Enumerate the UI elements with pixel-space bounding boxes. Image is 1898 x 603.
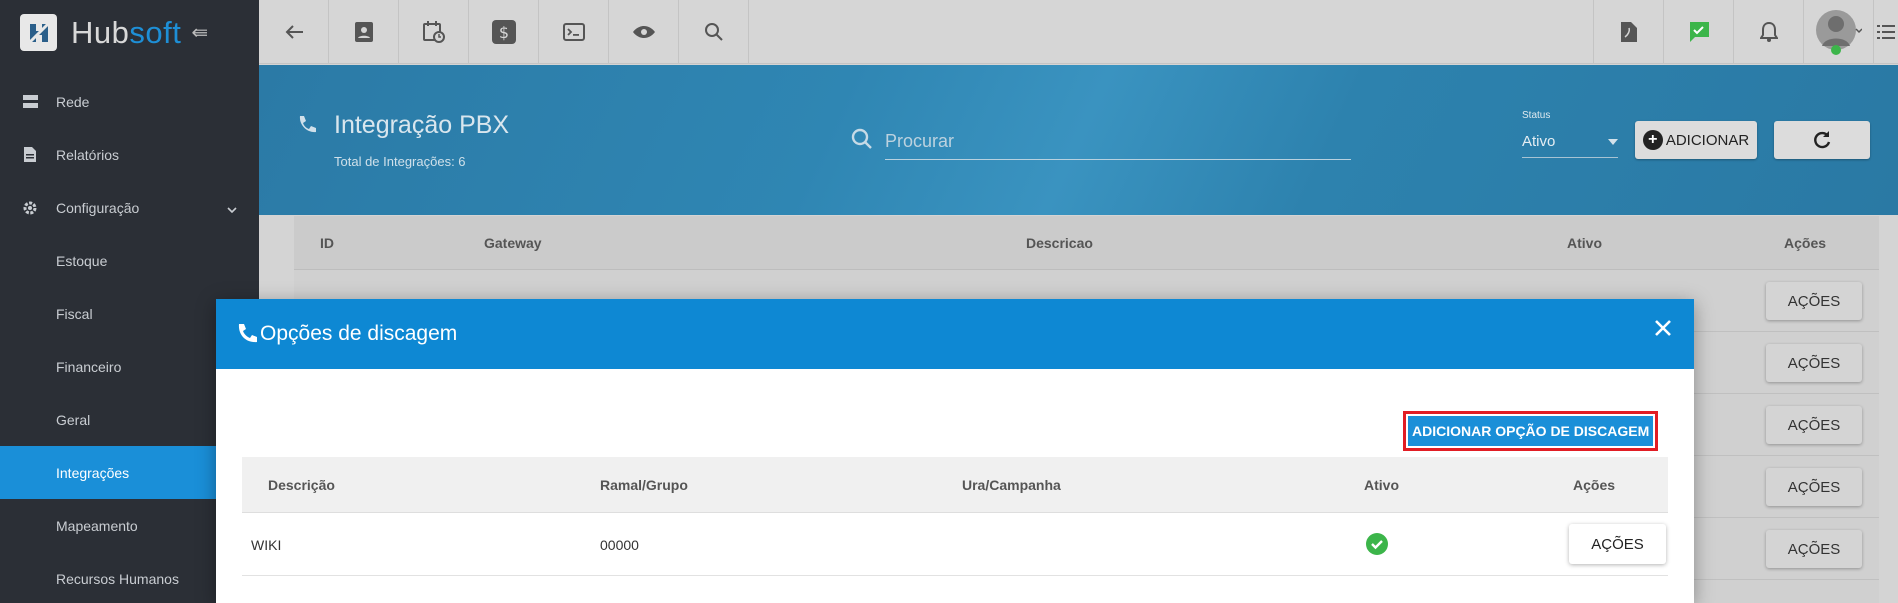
caret-down-icon xyxy=(1608,138,1618,145)
row-actions-button[interactable]: AÇÕES xyxy=(1766,468,1862,506)
sidebar-item-label: Fiscal xyxy=(56,305,93,322)
row-ramal: 00000 xyxy=(600,537,639,553)
refresh-button[interactable] xyxy=(1774,121,1870,159)
calendar-clock-icon xyxy=(422,21,445,43)
add-option-highlight: ADICIONAR OPÇÃO DE DISCAGEM xyxy=(1403,411,1659,451)
view-button[interactable] xyxy=(609,0,679,64)
dollar-icon: $ xyxy=(491,20,516,44)
table-header: ID Gateway Descricao Ativo Ações xyxy=(294,216,1879,270)
row-actions-button[interactable]: AÇÕES xyxy=(1766,282,1862,320)
sidebar-item-label: Mapeamento xyxy=(56,517,138,534)
page-title: Integração PBX xyxy=(334,111,510,139)
search-button[interactable] xyxy=(679,0,749,64)
svg-text:$: $ xyxy=(498,23,508,42)
column-header: Ações xyxy=(1784,235,1827,251)
back-button[interactable] xyxy=(259,0,329,64)
page-subtitle: Total de Integrações: 6 xyxy=(334,154,466,169)
pdf-file-icon xyxy=(1620,22,1637,42)
avatar xyxy=(1815,10,1862,55)
phone-sync-icon xyxy=(296,114,318,141)
refresh-icon xyxy=(1814,131,1831,149)
add-button-label: ADICIONAR xyxy=(1665,131,1750,149)
finance-button[interactable]: $ xyxy=(469,0,539,64)
row-actions-button[interactable]: AÇÕES xyxy=(1766,406,1862,444)
row-descricao: WIKI xyxy=(251,537,282,553)
sidebar-item-label: Configuração xyxy=(56,199,140,216)
row-actions-button[interactable]: AÇÕES xyxy=(1766,530,1862,568)
column-header: Ramal/Grupo xyxy=(600,477,688,493)
terminal-button[interactable] xyxy=(539,0,609,64)
status-label: Status xyxy=(1522,110,1551,121)
messages-button[interactable] xyxy=(1663,0,1733,64)
pdf-button[interactable] xyxy=(1593,0,1663,64)
sidebar-item-configuracao[interactable]: Configuração xyxy=(0,181,259,234)
sidebar-item-label: Integrações xyxy=(56,464,130,481)
column-header: Ativo xyxy=(1567,235,1602,251)
phone-icon xyxy=(238,324,257,343)
dialing-options-modal: Opções de discagem ADICIONAR OPÇÃO DE DI… xyxy=(216,299,1694,603)
row-actions-button[interactable]: AÇÕES xyxy=(1569,524,1666,564)
user-menu-button[interactable] xyxy=(1803,0,1873,64)
plus-circle-icon: + xyxy=(1642,130,1663,150)
terminal-icon xyxy=(562,23,585,41)
topbar: $ xyxy=(259,0,1898,64)
sidebar-item-rede[interactable]: Rede xyxy=(0,75,259,128)
calendar-button[interactable] xyxy=(399,0,469,64)
table-header: Descrição Ramal/Grupo Ura/Campanha Ativo… xyxy=(242,457,1668,513)
column-header: Descricao xyxy=(1026,235,1093,251)
sidebar-item-label: Geral xyxy=(56,411,91,428)
modal-title: Opções de discagem xyxy=(260,322,458,345)
add-dialing-option-button[interactable]: ADICIONAR OPÇÃO DE DISCAGEM xyxy=(1408,416,1654,446)
chat-check-icon xyxy=(1688,22,1709,42)
collapse-sidebar-icon[interactable]: ⇚ xyxy=(191,20,208,45)
sidebar-item-relatorios[interactable]: Relatórios xyxy=(0,128,259,181)
column-header: Ativo xyxy=(1364,477,1399,493)
column-header: Ações xyxy=(1573,477,1616,493)
sidebar-item-label: Relatórios xyxy=(56,146,120,163)
sidebar-item-label: Estoque xyxy=(56,252,108,269)
search-icon xyxy=(851,128,873,155)
eye-icon xyxy=(632,26,655,38)
document-icon xyxy=(22,147,38,163)
status-select[interactable]: Ativo xyxy=(1522,126,1618,158)
bell-icon xyxy=(1759,22,1778,42)
gear-icon xyxy=(22,200,38,216)
server-icon xyxy=(22,94,38,110)
sidebar-item-label: Financeiro xyxy=(56,358,122,375)
table-row: WIKI 00000 AÇÕES xyxy=(242,513,1668,576)
contact-card-icon xyxy=(354,22,373,42)
modal-header: Opções de discagem xyxy=(216,299,1694,369)
column-header: Ura/Campanha xyxy=(962,477,1061,493)
brand: Hubsoft ⇚ xyxy=(0,0,259,65)
close-icon[interactable] xyxy=(1654,319,1672,337)
dialing-options-table: Descrição Ramal/Grupo Ura/Campanha Ativo… xyxy=(242,457,1668,576)
row-actions-button[interactable]: AÇÕES xyxy=(1766,344,1862,382)
contacts-button[interactable] xyxy=(329,0,399,64)
arrow-left-icon xyxy=(285,25,303,39)
hubsoft-logo-icon xyxy=(20,14,57,51)
column-header: Gateway xyxy=(484,235,542,251)
search-icon xyxy=(704,23,723,41)
list-icon xyxy=(1877,25,1895,39)
column-header: ID xyxy=(320,235,334,251)
chevron-down-icon xyxy=(227,200,237,216)
status-value: Ativo xyxy=(1522,133,1556,150)
sidebar-item-label: Rede xyxy=(56,93,90,110)
add-button[interactable]: + ADICIONAR xyxy=(1635,121,1757,159)
menu-button[interactable] xyxy=(1873,0,1898,64)
sidebar-item-estoque[interactable]: Estoque xyxy=(0,234,259,287)
brand-name: Hubsoft xyxy=(71,14,182,50)
search-input[interactable] xyxy=(885,124,1351,160)
column-header: Descrição xyxy=(268,477,335,493)
check-circle-icon xyxy=(1366,533,1388,555)
sidebar-item-label: Recursos Humanos xyxy=(56,570,179,587)
notifications-button[interactable] xyxy=(1733,0,1803,64)
